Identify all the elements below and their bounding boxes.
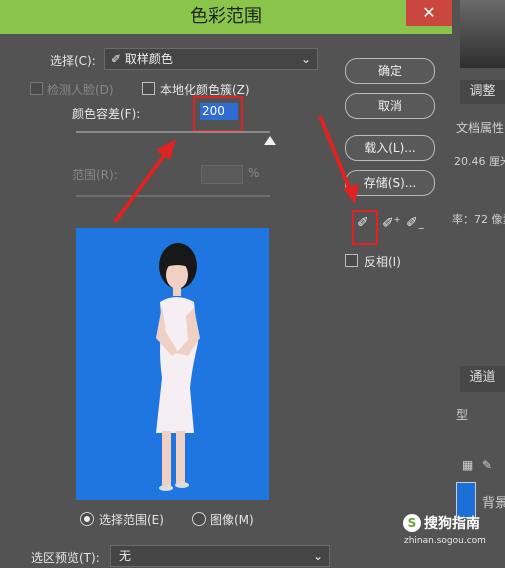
watermark-brand: 搜狗指南 bbox=[424, 516, 480, 532]
annotation-arrows bbox=[113, 115, 359, 224]
arrow-head-1 bbox=[156, 139, 176, 160]
watermark-url: zhinan.sogou.com bbox=[404, 536, 486, 546]
sogou-logo-icon: S bbox=[403, 514, 421, 532]
arrow-line-2 bbox=[318, 115, 352, 191]
arrow-line-1 bbox=[113, 148, 170, 224]
arrow-head-2 bbox=[343, 184, 359, 204]
